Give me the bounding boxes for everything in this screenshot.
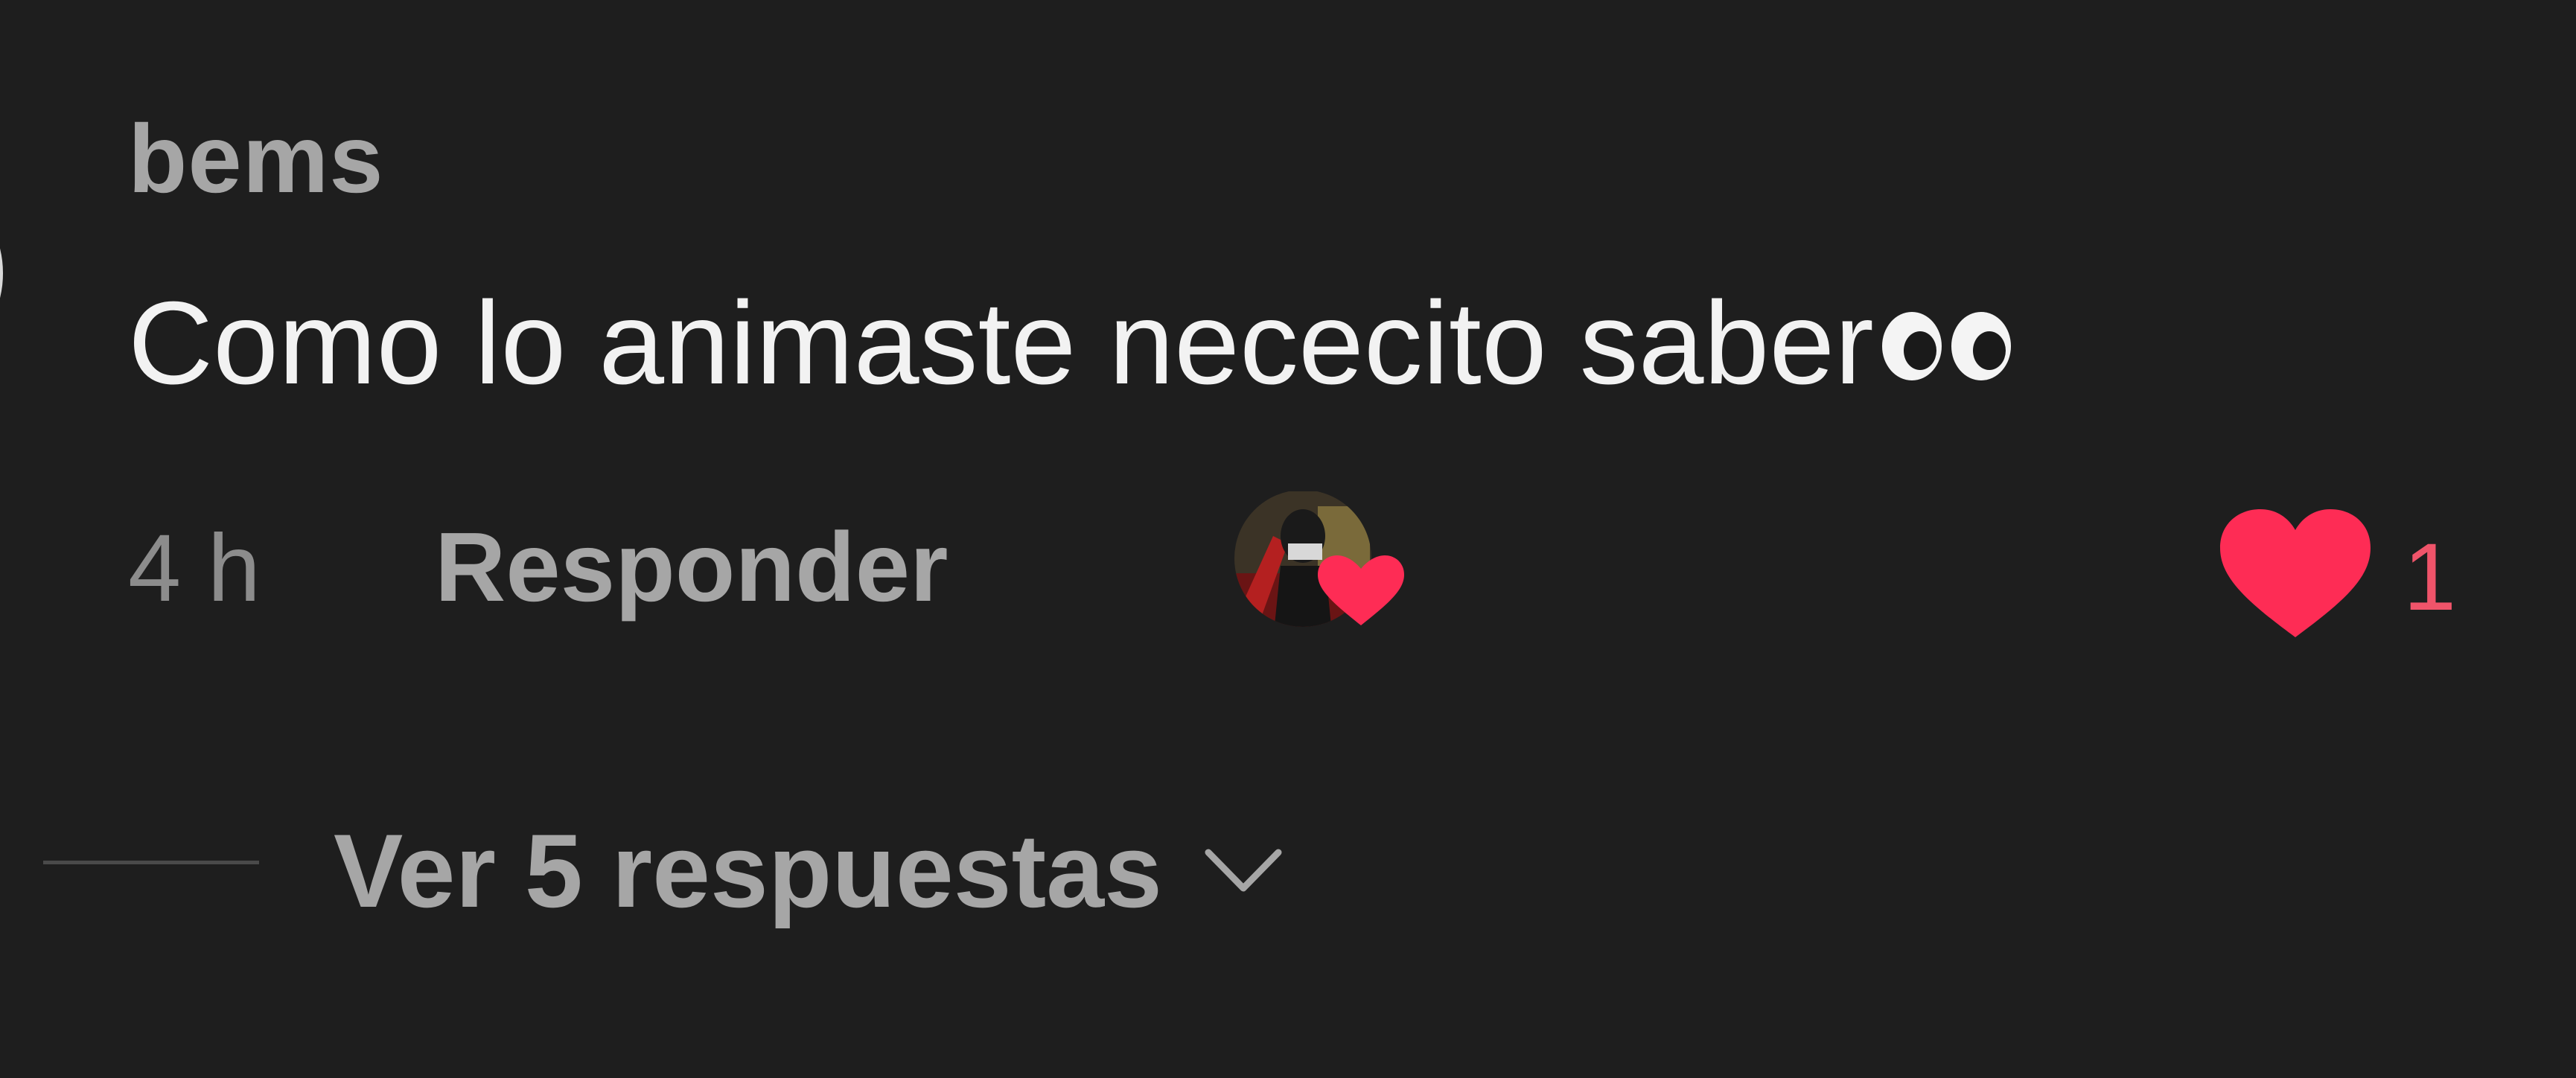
comment-username[interactable]: bems [128, 110, 384, 207]
view-replies-button[interactable]: Ver 5 respuestas [334, 804, 1284, 938]
comment-body: Como lo animaste nececito saber [128, 284, 2020, 402]
like-heart-icon[interactable] [2217, 506, 2373, 640]
view-replies-row: Ver 5 respuestas [0, 804, 1489, 938]
chevron-down-icon [1205, 849, 1282, 892]
comment-actions: 4 h Responder 1 [0, 491, 2576, 640]
commenter-avatar[interactable] [0, 210, 3, 337]
comment-text: Como lo animaste nececito saber [128, 278, 1874, 409]
replies-divider [43, 861, 259, 864]
reply-button[interactable]: Responder [435, 518, 948, 616]
view-replies-label: Ver 5 respuestas [334, 812, 1162, 929]
creator-liked-badge [1228, 491, 1407, 640]
eyes-icon [1878, 309, 2020, 383]
like-count: 1 [2403, 524, 2457, 631]
comment-timestamp: 4 h [128, 515, 261, 622]
